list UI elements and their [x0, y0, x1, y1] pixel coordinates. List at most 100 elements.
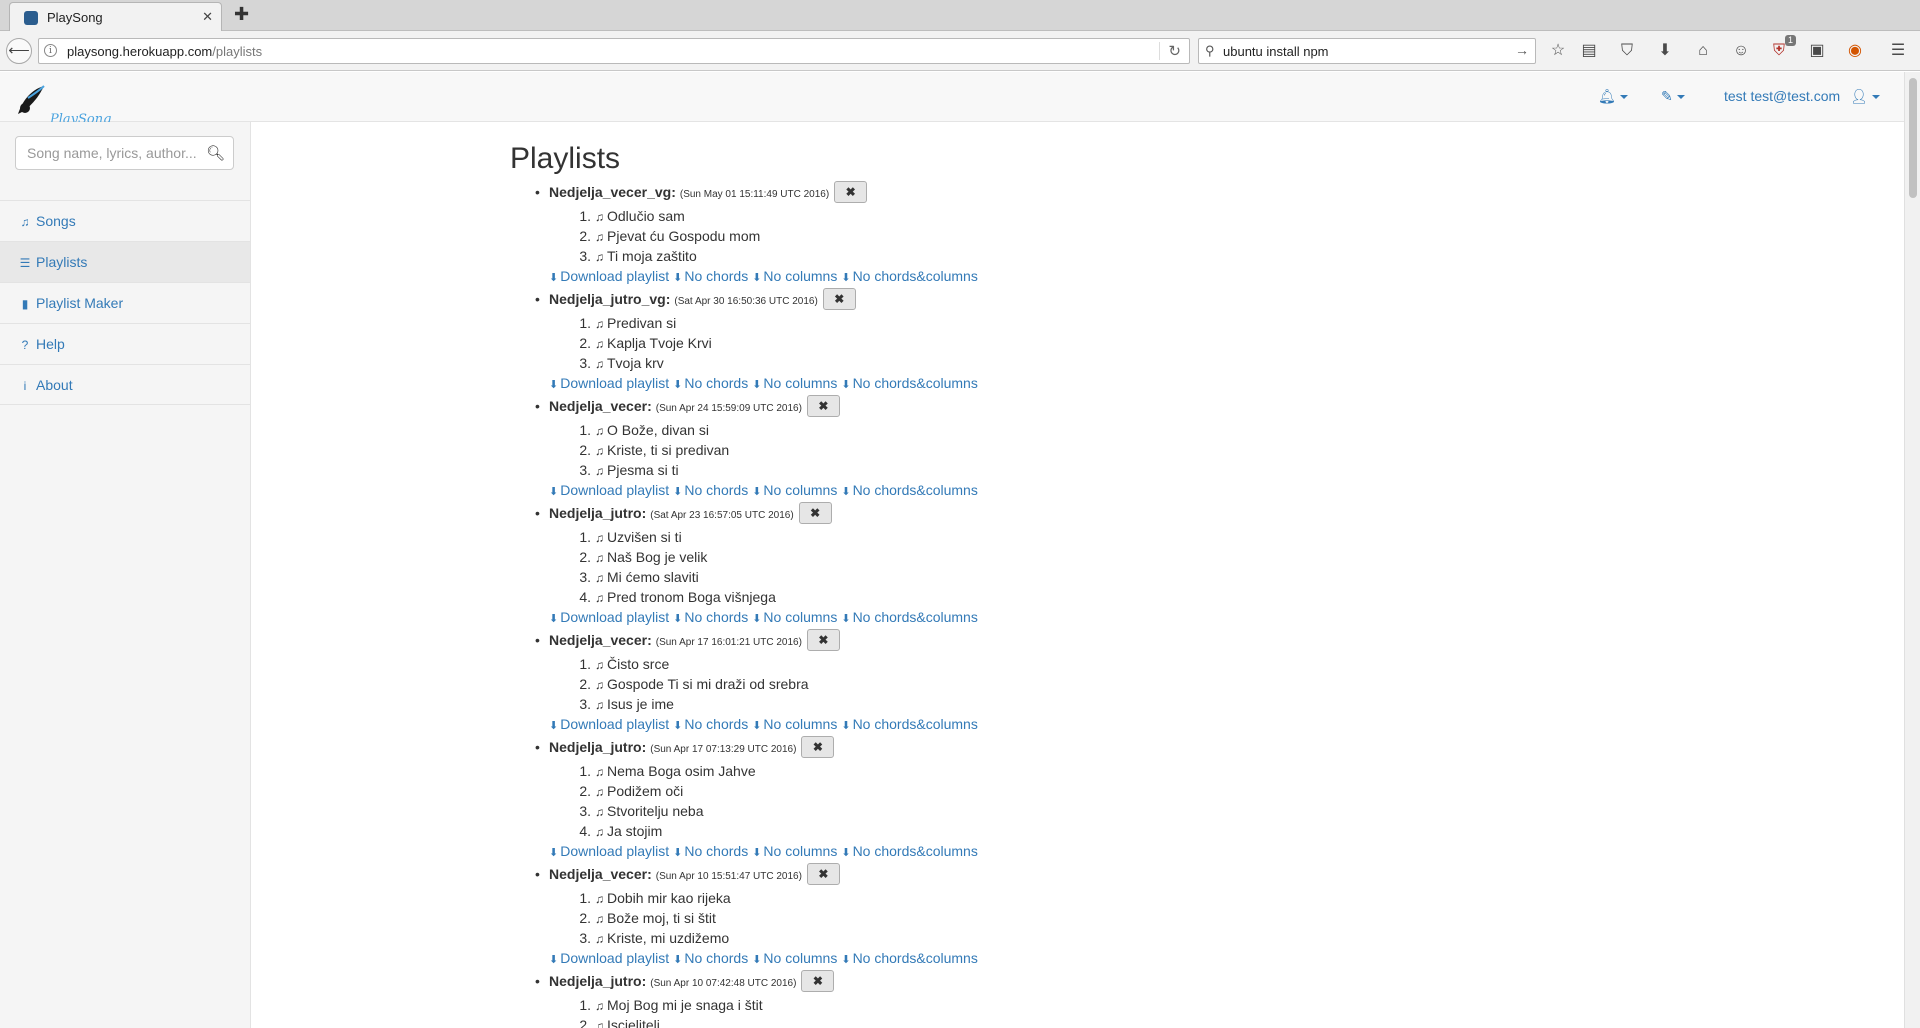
song-title[interactable]: Čisto srce [607, 656, 669, 672]
download-no-chords-link[interactable]: ⬇ No chords [673, 950, 748, 966]
download-playlist-link[interactable]: ⬇ Download playlist [549, 375, 669, 391]
user-dropdown[interactable]: test test@test.com 👤︎ [1724, 88, 1880, 105]
download-no-columns-link[interactable]: ⬇ No columns [752, 609, 837, 625]
download-no-chords-columns-link[interactable]: ⬇ No chords&columns [841, 268, 978, 284]
search-go-icon[interactable]: → [1515, 42, 1529, 58]
download-no-chords-link[interactable]: ⬇ No chords [673, 609, 748, 625]
sidebar-item-help[interactable]: ? Help [0, 323, 250, 364]
download-playlist-link[interactable]: ⬇ Download playlist [549, 609, 669, 625]
url-bar[interactable]: i playsong.herokuapp.com/playlists ↻ [38, 38, 1190, 64]
song-title[interactable]: Nema Boga osim Jahve [607, 763, 756, 779]
song-title[interactable]: O Bože, divan si [607, 422, 709, 438]
delete-playlist-button[interactable]: ✖ [806, 394, 840, 417]
sidebar-item-about[interactable]: i About [0, 364, 250, 405]
playlist-name[interactable]: Nedjelja_jutro: [549, 973, 646, 989]
menu-hamburger-icon[interactable]: ☰ [1887, 40, 1909, 62]
download-no-columns-link[interactable]: ⬇ No columns [752, 716, 837, 732]
sidebar-item-songs[interactable]: ♫ Songs [0, 200, 250, 241]
playlist-name[interactable]: Nedjelja_vecer: [549, 866, 652, 882]
download-no-chords-link[interactable]: ⬇ No chords [673, 482, 748, 498]
browser-tab[interactable]: PlaySong ✕ [9, 2, 222, 32]
delete-playlist-button[interactable]: ✖ [834, 180, 868, 203]
playlist-name[interactable]: Nedjelja_jutro: [549, 739, 646, 755]
song-title[interactable]: Mi ćemo slaviti [607, 569, 699, 585]
delete-playlist-button[interactable]: ✖ [806, 862, 840, 885]
page-scrollbar[interactable] [1904, 72, 1920, 1028]
download-no-chords-link[interactable]: ⬇ No chords [673, 268, 748, 284]
sidebar-item-playlist-maker[interactable]: ▮ Playlist Maker [0, 282, 250, 323]
song-title[interactable]: Bože moj, ti si štit [607, 910, 716, 926]
playlist-name[interactable]: Nedjelja_vecer_vg: [549, 184, 676, 200]
edit-dropdown[interactable]: ✎ [1661, 88, 1685, 105]
song-title[interactable]: Pjevat ću Gospodu mom [607, 228, 760, 244]
song-title[interactable]: Isus je ime [607, 696, 674, 712]
sidebar-item-playlists[interactable]: ☰ Playlists [0, 241, 250, 282]
download-no-chords-columns-link[interactable]: ⬇ No chords&columns [841, 482, 978, 498]
download-no-columns-link[interactable]: ⬇ No columns [752, 950, 837, 966]
download-playlist-link[interactable]: ⬇ Download playlist [549, 843, 669, 859]
download-no-chords-columns-link[interactable]: ⬇ No chords&columns [841, 375, 978, 391]
delete-playlist-button[interactable]: ✖ [801, 969, 835, 992]
download-no-columns-link[interactable]: ⬇ No columns [752, 843, 837, 859]
song-search-input[interactable] [16, 137, 196, 169]
song-title[interactable]: Odlučio sam [607, 208, 685, 224]
bookmark-star-icon[interactable]: ☆ [1547, 40, 1569, 62]
song-title[interactable]: Gospode Ti si mi draži od srebra [607, 676, 809, 692]
playlist-name[interactable]: Nedjelja_vecer: [549, 398, 652, 414]
download-no-chords-link[interactable]: ⬇ No chords [673, 843, 748, 859]
song-title[interactable]: Kriste, mi uzdižemo [607, 930, 729, 946]
reload-icon[interactable]: ↻ [1159, 42, 1181, 60]
download-icon[interactable]: ⬇ [1654, 40, 1676, 62]
song-title[interactable]: Ja stojim [607, 823, 662, 839]
song-title[interactable]: Pjesma si ti [607, 462, 679, 478]
site-info-icon[interactable]: i [44, 44, 57, 57]
download-playlist-link[interactable]: ⬇ Download playlist [549, 716, 669, 732]
delete-playlist-button[interactable]: ✖ [806, 628, 840, 651]
back-button[interactable]: ⟵ [6, 38, 32, 64]
playlist-name[interactable]: Nedjelja_vecer: [549, 632, 652, 648]
song-title[interactable]: Tvoja krv [607, 355, 664, 371]
song-title[interactable]: Uzvišen si ti [607, 529, 682, 545]
ublock-icon[interactable]: ⛨ 1 [1768, 35, 1796, 62]
download-playlist-link[interactable]: ⬇ Download playlist [549, 950, 669, 966]
chat-icon[interactable]: ☺ [1730, 40, 1752, 62]
song-title[interactable]: Kriste, ti si predivan [607, 442, 729, 458]
song-title[interactable]: Iscjelitelj [607, 1017, 660, 1028]
song-title[interactable]: Stvoritelju neba [607, 803, 704, 819]
delete-playlist-button[interactable]: ✖ [822, 287, 856, 310]
download-no-columns-link[interactable]: ⬇ No columns [752, 268, 837, 284]
pocket-icon[interactable]: ⛉ [1616, 40, 1638, 62]
download-no-chords-columns-link[interactable]: ⬇ No chords&columns [841, 716, 978, 732]
download-no-chords-columns-link[interactable]: ⬇ No chords&columns [841, 609, 978, 625]
song-title[interactable]: Podižem oči [607, 783, 683, 799]
download-no-chords-link[interactable]: ⬇ No chords [673, 375, 748, 391]
playsong-logo[interactable]: PlaySong [14, 84, 111, 127]
song-title[interactable]: Dobih mir kao rijeka [607, 890, 731, 906]
playlist-name[interactable]: Nedjelja_jutro_vg: [549, 291, 670, 307]
ubuntu-icon[interactable]: ◉ [1844, 40, 1866, 62]
search-icon[interactable]: 🔍︎ [206, 144, 225, 162]
song-title[interactable]: Kaplja Tvoje Krvi [607, 335, 712, 351]
download-no-columns-link[interactable]: ⬇ No columns [752, 375, 837, 391]
download-no-columns-link[interactable]: ⬇ No columns [752, 482, 837, 498]
notifications-dropdown[interactable]: 🔔︎ [1598, 88, 1628, 105]
download-playlist-link[interactable]: ⬇ Download playlist [549, 482, 669, 498]
browser-search-bar[interactable]: ⚲ ubuntu install npm → [1198, 38, 1536, 64]
song-title[interactable]: Pred tronom Boga višnjega [607, 589, 776, 605]
delete-playlist-button[interactable]: ✖ [801, 735, 835, 758]
close-tab-icon[interactable]: ✕ [202, 9, 213, 25]
song-title[interactable]: Ti moja zaštito [607, 248, 697, 264]
download-no-chords-columns-link[interactable]: ⬇ No chords&columns [841, 843, 978, 859]
song-title[interactable]: Predivan si [607, 315, 676, 331]
delete-playlist-button[interactable]: ✖ [798, 501, 832, 524]
download-no-chords-link[interactable]: ⬇ No chords [673, 716, 748, 732]
new-tab-icon[interactable]: ✚ [234, 4, 249, 25]
screenshot-icon[interactable]: ▣ [1806, 40, 1828, 62]
download-playlist-link[interactable]: ⬇ Download playlist [549, 268, 669, 284]
download-no-chords-columns-link[interactable]: ⬇ No chords&columns [841, 950, 978, 966]
song-title[interactable]: Naš Bog je velik [607, 549, 707, 565]
song-title[interactable]: Moj Bog mi je snaga i štit [607, 997, 763, 1013]
reading-list-icon[interactable]: ▤ [1578, 40, 1600, 62]
home-icon[interactable]: ⌂ [1692, 40, 1714, 62]
scrollbar-thumb[interactable] [1909, 78, 1917, 198]
